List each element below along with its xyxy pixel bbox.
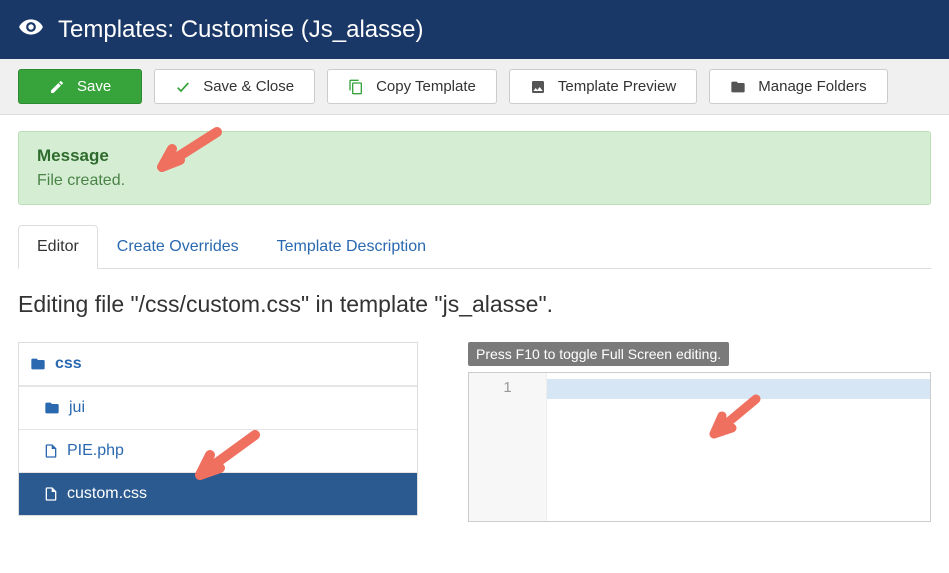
manage-folders-button[interactable]: Manage Folders xyxy=(709,69,887,104)
check-icon xyxy=(175,79,191,95)
line-number: 1 xyxy=(503,379,511,396)
tree-file-pie-php[interactable]: PIE.php xyxy=(19,429,417,472)
file-icon xyxy=(43,486,59,502)
tree-file-pie-php-label: PIE.php xyxy=(67,442,124,460)
manage-folders-label: Manage Folders xyxy=(758,78,866,95)
tab-editor[interactable]: Editor xyxy=(18,225,98,269)
template-preview-button[interactable]: Template Preview xyxy=(509,69,697,104)
image-icon xyxy=(530,79,546,95)
save-close-label: Save & Close xyxy=(203,78,294,95)
save-close-button[interactable]: Save & Close xyxy=(154,69,315,104)
edit-icon xyxy=(49,79,65,95)
code-editor[interactable]: 1 xyxy=(468,372,931,522)
save-label: Save xyxy=(77,78,111,95)
tree-folder-jui[interactable]: jui xyxy=(19,386,417,429)
file-tree: css jui PIE.php custom.css xyxy=(18,342,418,522)
tree-folder-css[interactable]: css xyxy=(18,342,418,386)
tree-children: jui PIE.php custom.css xyxy=(18,386,418,516)
tab-template-description[interactable]: Template Description xyxy=(258,225,445,269)
line-number-gutter: 1 xyxy=(469,373,547,521)
alert-text: File created. xyxy=(37,172,912,190)
tree-file-custom-css-label: custom.css xyxy=(67,485,147,503)
folder-open-icon xyxy=(29,356,47,372)
tab-create-overrides[interactable]: Create Overrides xyxy=(98,225,258,269)
content-area: Message File created. Editor Create Over… xyxy=(0,115,949,538)
editing-file-heading: Editing file "/css/custom.css" in templa… xyxy=(18,291,931,318)
editor-hint: Press F10 to toggle Full Screen editing. xyxy=(468,342,729,366)
folder-icon xyxy=(43,400,61,416)
tree-folder-jui-label: jui xyxy=(69,399,85,417)
template-preview-label: Template Preview xyxy=(558,78,676,95)
editor-panes: css jui PIE.php custom.css xyxy=(18,342,931,522)
file-icon xyxy=(43,443,59,459)
alert-success: Message File created. xyxy=(18,131,931,205)
copy-icon xyxy=(348,79,364,95)
page-header: Templates: Customise (Js_alasse) xyxy=(0,0,949,59)
tree-file-custom-css[interactable]: custom.css xyxy=(19,472,417,515)
toolbar: Save Save & Close Copy Template Template… xyxy=(0,59,949,115)
code-body[interactable] xyxy=(547,373,930,521)
save-button[interactable]: Save xyxy=(18,69,142,104)
alert-title: Message xyxy=(37,146,912,166)
copy-template-button[interactable]: Copy Template xyxy=(327,69,497,104)
eye-icon xyxy=(18,14,44,45)
tabs: Editor Create Overrides Template Descrip… xyxy=(18,225,931,269)
copy-template-label: Copy Template xyxy=(376,78,476,95)
folder-icon xyxy=(730,79,746,95)
page-title: Templates: Customise (Js_alasse) xyxy=(58,16,423,44)
code-editor-pane: Press F10 to toggle Full Screen editing.… xyxy=(468,342,931,522)
current-line-highlight xyxy=(547,379,930,399)
tree-folder-css-label: css xyxy=(55,355,82,373)
